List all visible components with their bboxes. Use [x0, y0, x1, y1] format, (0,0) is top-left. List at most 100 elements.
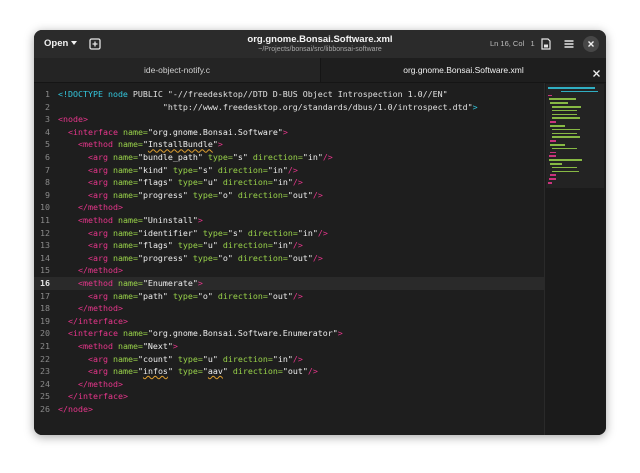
minimap-line: [548, 87, 595, 89]
minimap-line: [551, 170, 580, 173]
line-number: 12: [40, 227, 50, 238]
tab-label: ide-object-notify.c: [144, 65, 210, 75]
code-line[interactable]: 22 <arg name="count" type="u" direction=…: [34, 353, 544, 366]
save-icon: [541, 38, 551, 50]
code-line[interactable]: 4 <interface name="org.gnome.Bonsai.Soft…: [34, 126, 544, 139]
minimap-line: [549, 155, 557, 157]
line-number: 23: [40, 366, 50, 377]
line-number: 21: [40, 341, 50, 351]
tab-bar: ide-object-notify.c org.gnome.Bonsai.Sof…: [34, 58, 606, 83]
header-bar: Open org.gnome.Bonsai.Software.xml ~/Pro…: [34, 30, 606, 58]
code-line[interactable]: 2 "http://www.freedesktop.org/standards/…: [34, 101, 544, 114]
minimap-line: [550, 121, 556, 123]
code-editor[interactable]: 1 <!DOCTYPE node PUBLIC "-//freedesktop//…: [34, 83, 544, 435]
code-text: </node>: [58, 404, 93, 414]
save-button[interactable]: [539, 37, 553, 51]
code-line[interactable]: 18 </method>: [34, 302, 544, 315]
tab-org-gnome-bonsai-software[interactable]: org.gnome.Bonsai.Software.xml: [321, 58, 606, 82]
minimap-line: [548, 94, 552, 97]
window-subtitle: ~/Projects/bonsai/src/libbonsai-software: [258, 46, 382, 53]
code-text: <method name="Next">: [77, 341, 178, 351]
minimap-line: [551, 136, 580, 138]
line-number: 5: [45, 139, 50, 150]
code-line[interactable]: 7 <arg name="kind" type="s" direction="i…: [34, 164, 544, 177]
minimap-line: [551, 106, 581, 108]
code-line[interactable]: 23 <arg name="infos" type="aav" directio…: [34, 365, 544, 378]
minimap-line: [550, 151, 556, 154]
code-line[interactable]: 25 </interface>: [34, 390, 544, 403]
code-line[interactable]: 24 </method>: [34, 378, 544, 391]
code-line[interactable]: 19 </interface>: [34, 315, 544, 328]
code-line[interactable]: 10 </method>: [34, 201, 544, 214]
code-line[interactable]: 11 <method name="Uninstall">: [34, 214, 544, 227]
minimap-line: [550, 102, 568, 104]
code-line[interactable]: 20 <interface name="org.gnome.Bonsai.Sof…: [34, 327, 544, 340]
line-number: 26: [40, 404, 50, 414]
minimap-line: [549, 159, 583, 161]
editor-window: Open org.gnome.Bonsai.Software.xml ~/Pro…: [34, 30, 606, 435]
minimap-line: [549, 178, 557, 180]
code-line[interactable]: 16 <method name="Enumerate">: [34, 277, 544, 290]
code-text: </method>: [77, 202, 123, 213]
minimap-line: [551, 132, 578, 135]
line-number: 15: [40, 265, 50, 276]
code-text: <node>: [58, 114, 88, 125]
code-line[interactable]: 3 <node>: [34, 113, 544, 126]
main-menu-button[interactable]: [562, 37, 576, 51]
close-icon: [588, 41, 594, 47]
code-line[interactable]: 26 </node>: [34, 403, 544, 416]
line-number: 14: [40, 252, 50, 263]
new-tab-button[interactable]: [88, 37, 102, 51]
line-number: 2: [45, 101, 50, 112]
code-line[interactable]: 12 <arg name="identifier" type="s" direc…: [34, 227, 544, 240]
code-text: </interface>: [68, 315, 128, 326]
line-number: 18: [40, 303, 50, 314]
line-number: 25: [40, 391, 50, 402]
line-number: 4: [45, 126, 50, 137]
minimap-line: [550, 174, 556, 176]
minimap-line: [551, 109, 577, 112]
line-number: 13: [40, 240, 50, 251]
code-text: </method>: [77, 378, 123, 389]
minimap-line: [549, 98, 576, 100]
code-text: <arg name="count" type="u" direction="in…: [87, 353, 303, 364]
code-line[interactable]: 8 <arg name="flags" type="u" direction="…: [34, 176, 544, 189]
minimap-line: [551, 128, 581, 131]
line-number: 6: [45, 152, 50, 162]
minimap-line: [550, 163, 563, 165]
code-text: <arg name="flags" type="u" direction="in…: [87, 177, 303, 188]
code-line[interactable]: 6 <arg name="bundle_path" type="s" direc…: [34, 151, 544, 164]
code-text: </method>: [77, 265, 123, 276]
minimap-line: [551, 113, 578, 116]
minimap-line: [550, 144, 566, 146]
code-text: <interface name="org.gnome.Bonsai.Softwa…: [68, 328, 343, 339]
code-text: <arg name="kind" type="s" direction="in"…: [87, 164, 298, 175]
code-line[interactable]: 15 </method>: [34, 264, 544, 277]
code-text: <interface name="org.gnome.Bonsai.Softwa…: [68, 126, 288, 137]
code-line[interactable]: 13 <arg name="flags" type="u" direction=…: [34, 239, 544, 252]
open-button[interactable]: Open: [40, 35, 81, 53]
open-button-label: Open: [44, 38, 69, 49]
code-text: <method name="InstallBundle">: [77, 139, 223, 150]
window-close-button[interactable]: [583, 36, 599, 52]
line-number: 1: [45, 89, 50, 99]
code-line[interactable]: 21 <method name="Next">: [34, 340, 544, 353]
line-number: 9: [45, 189, 50, 200]
title-area: org.gnome.Bonsai.Software.xml ~/Projects…: [214, 34, 426, 54]
minimap-line: [548, 182, 553, 184]
code-text: <arg name="path" type="o" direction="out…: [87, 290, 303, 301]
code-line[interactable]: 5 <method name="InstallBundle">: [34, 138, 544, 151]
tab-ide-object-notify[interactable]: ide-object-notify.c: [34, 58, 321, 82]
cursor-position-label[interactable]: Ln 16, Col 1: [490, 39, 535, 48]
code-line[interactable]: 9 <arg name="progress" type="o" directio…: [34, 189, 544, 202]
minimap[interactable]: [544, 83, 606, 435]
code-text: <arg name="progress" type="o" direction=…: [87, 252, 323, 263]
close-icon: [593, 70, 600, 77]
code-text: <arg name="identifier" type="s" directio…: [87, 227, 328, 238]
code-text: <method name="Uninstall">: [77, 215, 203, 225]
code-line[interactable]: 14 <arg name="progress" type="o" directi…: [34, 252, 544, 265]
code-line[interactable]: 17 <arg name="path" type="o" direction="…: [34, 290, 544, 303]
code-line[interactable]: 1 <!DOCTYPE node PUBLIC "-//freedesktop//…: [34, 88, 544, 101]
tab-close-button[interactable]: [592, 65, 601, 77]
minimap-line: [560, 90, 599, 93]
